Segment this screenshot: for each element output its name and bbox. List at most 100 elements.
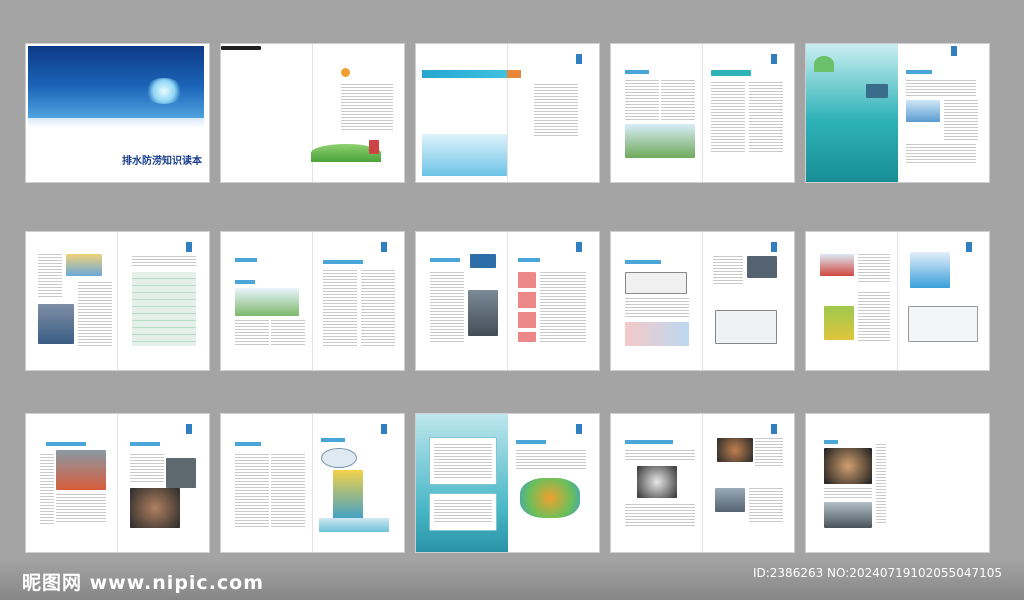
- pipe-photo-image: [130, 488, 180, 528]
- spread-13[interactable]: [416, 414, 599, 552]
- text-block: [540, 272, 586, 342]
- page-tab: [576, 242, 582, 252]
- page-fold: [117, 414, 118, 552]
- page-tab: [576, 424, 582, 434]
- storm-image: [38, 304, 74, 344]
- page-fold: [117, 232, 118, 370]
- section-title: [906, 70, 932, 74]
- spread-11[interactable]: [26, 414, 209, 552]
- spread-7[interactable]: [221, 232, 404, 370]
- cover-wave-band: [28, 118, 204, 128]
- sponge-city-diagram: [520, 478, 580, 518]
- section-header-bar: [711, 70, 751, 76]
- page-tab: [966, 242, 972, 252]
- cover-title: 排水防涝知识读本: [122, 156, 202, 167]
- page-fold: [312, 414, 313, 552]
- figure-image: [906, 100, 940, 122]
- watermark-site: 昵图网 www.nipic.com: [22, 572, 265, 594]
- spread-4[interactable]: [611, 44, 794, 182]
- text-block: [711, 82, 745, 152]
- text-block: [430, 272, 464, 342]
- water-cycle-diagram: [625, 124, 695, 158]
- speech-bubble: [321, 448, 357, 468]
- section-title: [321, 438, 345, 442]
- figure-image: [66, 254, 102, 276]
- cartoon-image: [747, 256, 777, 278]
- tunnel-photo-image: [637, 466, 677, 498]
- spread-3[interactable]: [416, 44, 599, 182]
- spread-9[interactable]: [611, 232, 794, 370]
- tunnel-photo-image: [824, 448, 872, 484]
- page-fold: [312, 232, 313, 370]
- spread-14[interactable]: [611, 414, 794, 552]
- chapter-dot-icon: [341, 68, 350, 77]
- dome-image: [814, 56, 834, 72]
- page-tab: [771, 242, 777, 252]
- text-block: [749, 488, 783, 524]
- cartoon-image: [910, 252, 950, 288]
- spread-cover[interactable]: 排水防涝知识读本: [26, 44, 209, 182]
- spread-6[interactable]: [26, 232, 209, 370]
- text-block: [625, 298, 689, 318]
- text-block: [713, 256, 743, 286]
- page-tab: [951, 46, 957, 56]
- photo-image: [715, 488, 745, 512]
- contents-header-accent: [507, 70, 521, 78]
- spread-10[interactable]: [806, 232, 989, 370]
- spread-8[interactable]: [416, 232, 599, 370]
- section-title: [625, 440, 673, 444]
- section-title: [625, 70, 649, 74]
- text-block: [858, 254, 890, 284]
- text-block: [235, 320, 269, 346]
- text-block: [38, 254, 62, 298]
- text-block: [341, 84, 393, 130]
- page-fold: [702, 44, 703, 182]
- photo-image: [166, 458, 196, 488]
- water-splash-image: [144, 78, 184, 104]
- cartoon-image: [820, 254, 854, 276]
- text-block: [625, 504, 695, 526]
- watermark-id: ID:2386263 NO:20240719102055047105: [752, 566, 1002, 580]
- section-title: [430, 258, 460, 262]
- page-fold: [897, 232, 898, 370]
- section-title: [625, 260, 661, 264]
- text-block: [434, 500, 492, 524]
- text-block: [40, 454, 54, 524]
- page-fold: [507, 232, 508, 370]
- photo-image: [468, 290, 498, 336]
- text-block: [824, 488, 872, 498]
- tunnel-photo-image: [717, 438, 753, 462]
- rain-character-image: [333, 470, 363, 520]
- spread-5[interactable]: [806, 44, 989, 182]
- cartoon-image: [908, 306, 978, 342]
- text-block: [434, 444, 492, 478]
- text-block: [271, 454, 305, 528]
- contents-header-bar: [422, 70, 507, 78]
- data-table: [132, 272, 196, 346]
- text-block: [56, 494, 106, 524]
- section-title: [516, 440, 546, 444]
- section-title: [235, 258, 257, 262]
- text-block: [235, 454, 269, 528]
- cartoon-image: [625, 322, 689, 346]
- text-block: [625, 80, 659, 120]
- figure-image: [470, 254, 496, 268]
- pipe-image: [866, 84, 888, 98]
- cartoon-image: [824, 306, 854, 340]
- text-block: [130, 454, 164, 484]
- text-block: [625, 450, 695, 460]
- text-block: [944, 100, 978, 140]
- text-block: [858, 292, 890, 342]
- text-block: [906, 144, 976, 164]
- spread-15[interactable]: [806, 414, 989, 552]
- text-block: [516, 450, 586, 470]
- spread-12[interactable]: [221, 414, 404, 552]
- header-bar: [221, 46, 261, 50]
- section-title: [46, 442, 86, 446]
- spread-2[interactable]: [221, 44, 404, 182]
- figure-column: [518, 272, 536, 342]
- section-title: [518, 258, 540, 262]
- water-image: [319, 518, 389, 532]
- figure-image: [235, 288, 299, 316]
- text-block: [749, 82, 783, 152]
